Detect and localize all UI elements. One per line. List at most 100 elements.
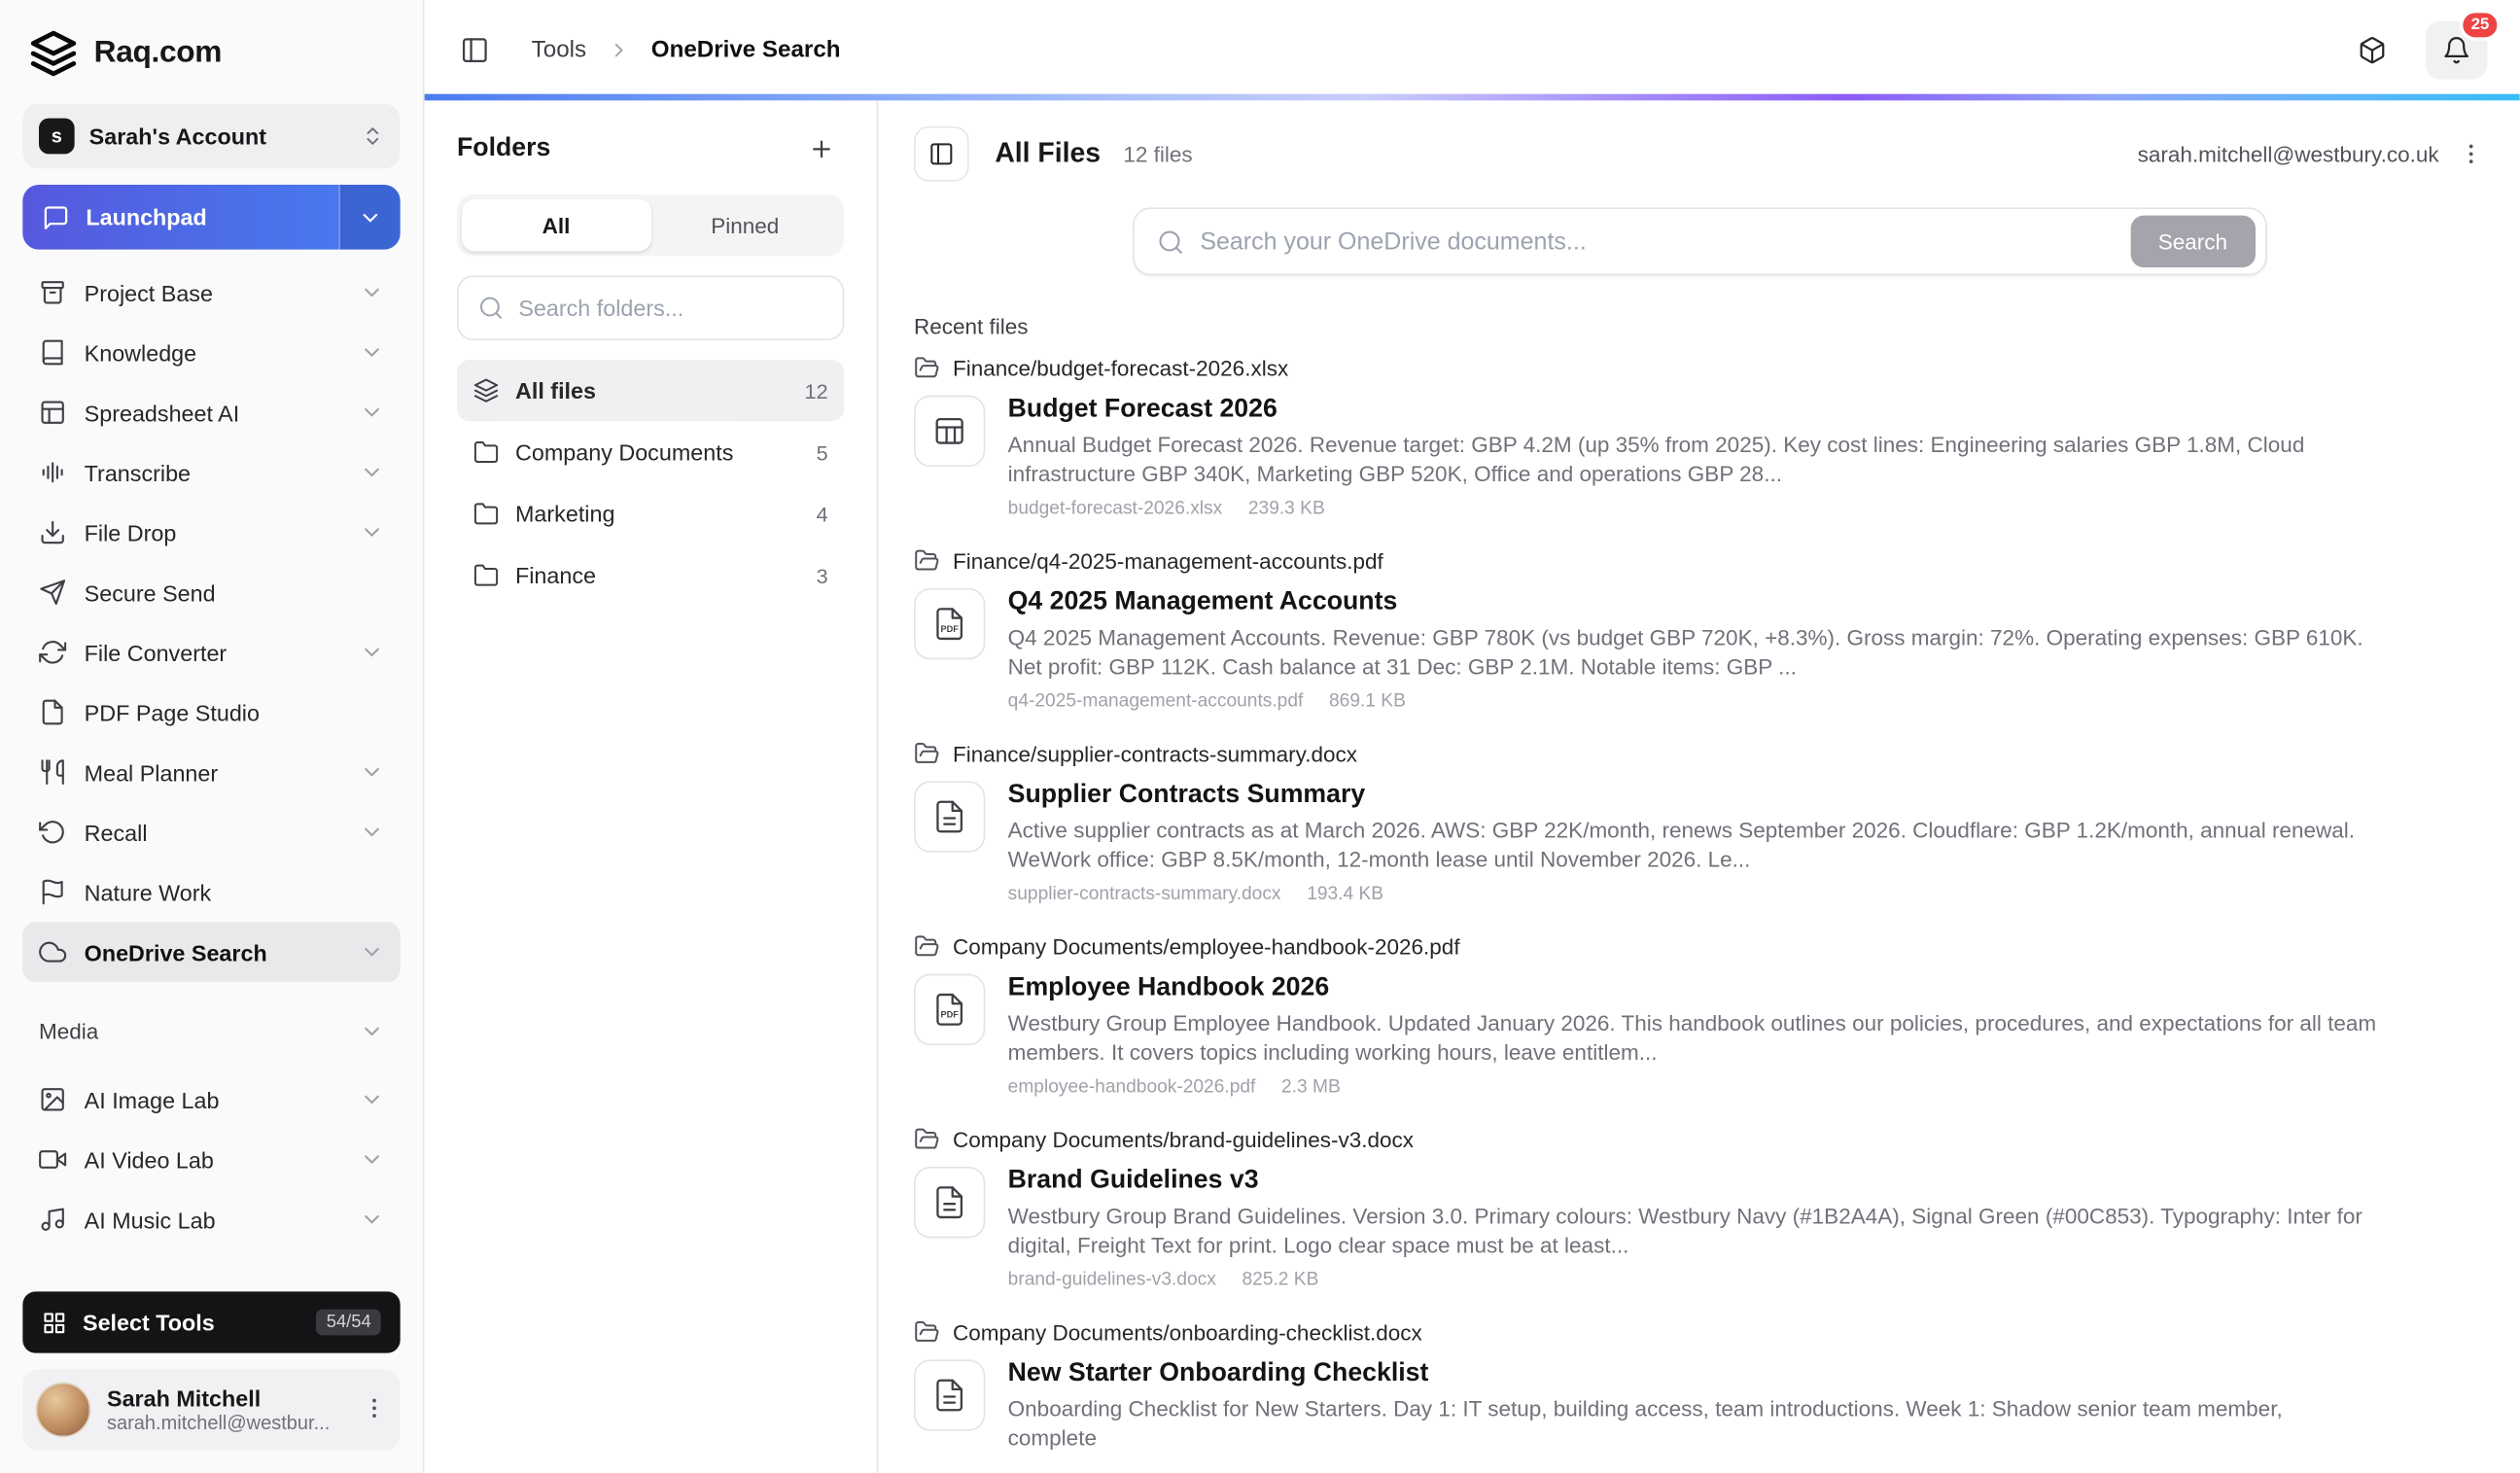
- sidebar-item-label: AI Video Lab: [85, 1146, 342, 1173]
- folder-open-icon: [914, 547, 940, 574]
- media-section-label: Media: [39, 1019, 98, 1043]
- sidebar-toggle-icon[interactable]: [460, 36, 489, 65]
- file-title: Q4 2025 Management Accounts: [1008, 588, 2377, 617]
- meal-planner-icon: [39, 758, 66, 786]
- folder-open-icon: [914, 741, 940, 767]
- launchpad-expand-button[interactable]: [338, 185, 400, 250]
- file-group: Finance/budget-forecast-2026.xlsx Budget …: [914, 355, 2484, 518]
- file-name: brand-guidelines-v3.docx: [1008, 1271, 1216, 1290]
- file-list: Finance/budget-forecast-2026.xlsx Budget …: [878, 355, 2520, 1473]
- app-window: Raq.com s Sarah's Account Launchpad Proj…: [0, 0, 2520, 1473]
- select-tools-button[interactable]: Select Tools 54/54: [22, 1291, 400, 1352]
- sidebar-item-recall[interactable]: Recall: [22, 802, 400, 862]
- xlsx-glyph-icon: [931, 413, 967, 449]
- more-options-button[interactable]: [2459, 141, 2485, 167]
- recent-files-label: Recent files: [878, 275, 2520, 355]
- breadcrumb-tools[interactable]: Tools: [532, 37, 586, 63]
- file-meta: q4-2025-management-accounts.pdf869.1 KB: [1008, 692, 2377, 712]
- sidebar-item-ai-video-lab[interactable]: AI Video Lab: [22, 1130, 400, 1190]
- sidebar-item-file-drop[interactable]: File Drop: [22, 503, 400, 563]
- folder-item-all-files[interactable]: All files12: [457, 360, 844, 421]
- file-size: 193.4 KB: [1307, 885, 1383, 904]
- file-path[interactable]: Company Documents/onboarding-checklist.d…: [914, 1319, 2484, 1346]
- tab-pinned[interactable]: Pinned: [650, 199, 839, 251]
- folder-label: Finance: [515, 562, 800, 588]
- launchpad-button[interactable]: Launchpad: [22, 185, 338, 250]
- notifications-button[interactable]: 25: [2426, 21, 2487, 80]
- sidebar-item-nature-work[interactable]: Nature Work: [22, 862, 400, 923]
- file-description: Westbury Group Brand Guidelines. Version…: [1008, 1203, 2377, 1259]
- chevron-down-icon: [360, 460, 384, 484]
- add-folder-button[interactable]: [799, 126, 845, 172]
- sidebar-item-file-converter[interactable]: File Converter: [22, 622, 400, 683]
- chevron-down-icon: [360, 1147, 384, 1172]
- folder-item-marketing[interactable]: Marketing4: [457, 483, 844, 544]
- file-group: Finance/q4-2025-management-accounts.pdf P…: [914, 547, 2484, 711]
- chevron-down-icon: [360, 340, 384, 365]
- account-switcher[interactable]: s Sarah's Account: [22, 104, 400, 169]
- brand[interactable]: Raq.com: [22, 19, 400, 104]
- avatar: [36, 1383, 91, 1438]
- file-size: 2.3 MB: [1281, 1077, 1341, 1097]
- file-card[interactable]: Supplier Contracts SummaryActive supplie…: [914, 781, 2484, 904]
- sidebar-item-label: Recall: [85, 820, 342, 846]
- ai-music-lab-icon: [39, 1206, 66, 1233]
- spreadsheet-ai-icon: [39, 399, 66, 426]
- file-name: supplier-contracts-summary.docx: [1008, 885, 1281, 904]
- sidebar-item-meal-planner[interactable]: Meal Planner: [22, 742, 400, 802]
- sidebar-item-pdf-page-studio[interactable]: PDF Page Studio: [22, 683, 400, 743]
- panel-toggle-button[interactable]: [914, 126, 969, 182]
- sidebar-item-label: Spreadsheet AI: [85, 400, 342, 426]
- search-button[interactable]: Search: [2130, 216, 2255, 267]
- file-body: Employee Handbook 2026Westbury Group Emp…: [1008, 974, 2377, 1098]
- file-card[interactable]: PDFQ4 2025 Management AccountsQ4 2025 Ma…: [914, 588, 2484, 712]
- layers-icon: [473, 377, 500, 403]
- file-path[interactable]: Company Documents/brand-guidelines-v3.do…: [914, 1126, 2484, 1152]
- recall-icon: [39, 819, 66, 846]
- sidebar-item-ai-image-lab[interactable]: AI Image Lab: [22, 1070, 400, 1130]
- file-card[interactable]: PDFEmployee Handbook 2026Westbury Group …: [914, 974, 2484, 1098]
- file-path[interactable]: Finance/q4-2025-management-accounts.pdf: [914, 547, 2484, 574]
- folder-open-icon: [914, 1126, 940, 1152]
- file-path-label: Company Documents/onboarding-checklist.d…: [953, 1320, 1422, 1345]
- chevron-down-icon: [360, 760, 384, 785]
- sidebar-item-project-base[interactable]: Project Base: [22, 263, 400, 323]
- file-path[interactable]: Finance/budget-forecast-2026.xlsx: [914, 355, 2484, 381]
- sidebar-item-knowledge[interactable]: Knowledge: [22, 323, 400, 383]
- sidebar-section-media[interactable]: Media: [22, 1004, 400, 1056]
- file-card[interactable]: New Starter Onboarding ChecklistOnboardi…: [914, 1359, 2484, 1452]
- page-title: All Files: [995, 138, 1101, 170]
- chevrons-up-down-icon: [362, 124, 384, 147]
- file-card[interactable]: Brand Guidelines v3 Westbury Group Brand …: [914, 1167, 2484, 1290]
- file-path[interactable]: Company Documents/employee-handbook-2026…: [914, 933, 2484, 960]
- grid-icon: [42, 1311, 66, 1335]
- notification-count-badge: 25: [2460, 10, 2501, 41]
- folders-panel: Folders All Pinned All files12Company Do…: [425, 100, 879, 1473]
- onedrive-search-input[interactable]: [1200, 228, 2114, 255]
- user-card[interactable]: Sarah Mitchell sarah.mitchell@westbur...: [22, 1369, 400, 1450]
- apps-button[interactable]: [2342, 21, 2403, 80]
- tab-all[interactable]: All: [462, 199, 650, 251]
- folder-search-input[interactable]: [518, 295, 822, 321]
- sidebar-item-onedrive-search[interactable]: OneDrive Search: [22, 922, 400, 982]
- sidebar-item-spreadsheet-ai[interactable]: Spreadsheet AI: [22, 382, 400, 442]
- file-size: 239.3 KB: [1248, 499, 1325, 518]
- sidebar-item-secure-send[interactable]: Secure Send: [22, 562, 400, 622]
- sidebar-item-launchpad[interactable]: Launchpad: [22, 185, 400, 250]
- user-menu-button[interactable]: [362, 1394, 388, 1425]
- file-path-label: Company Documents/employee-handbook-2026…: [953, 934, 1460, 959]
- file-path[interactable]: Finance/supplier-contracts-summary.docx: [914, 741, 2484, 767]
- folder-item-company-documents[interactable]: Company Documents5: [457, 421, 844, 482]
- breadcrumb: Tools OneDrive Search: [532, 37, 841, 63]
- file-title: Brand Guidelines v3: [1008, 1167, 2377, 1196]
- sidebar-item-ai-music-lab[interactable]: AI Music Lab: [22, 1189, 400, 1249]
- account-name: Sarah's Account: [89, 123, 347, 150]
- file-description: Q4 2025 Management Accounts. Revenue: GB…: [1008, 624, 2377, 681]
- folder-item-finance[interactable]: Finance3: [457, 544, 844, 606]
- file-card[interactable]: Budget Forecast 2026Annual Budget Foreca…: [914, 396, 2484, 519]
- file-size: 825.2 KB: [1242, 1271, 1319, 1290]
- docx-glyph-icon: [931, 799, 967, 835]
- sidebar-item-label: Transcribe: [85, 460, 342, 486]
- sidebar-item-transcribe[interactable]: Transcribe: [22, 442, 400, 503]
- docx-glyph-icon: [931, 1378, 967, 1414]
